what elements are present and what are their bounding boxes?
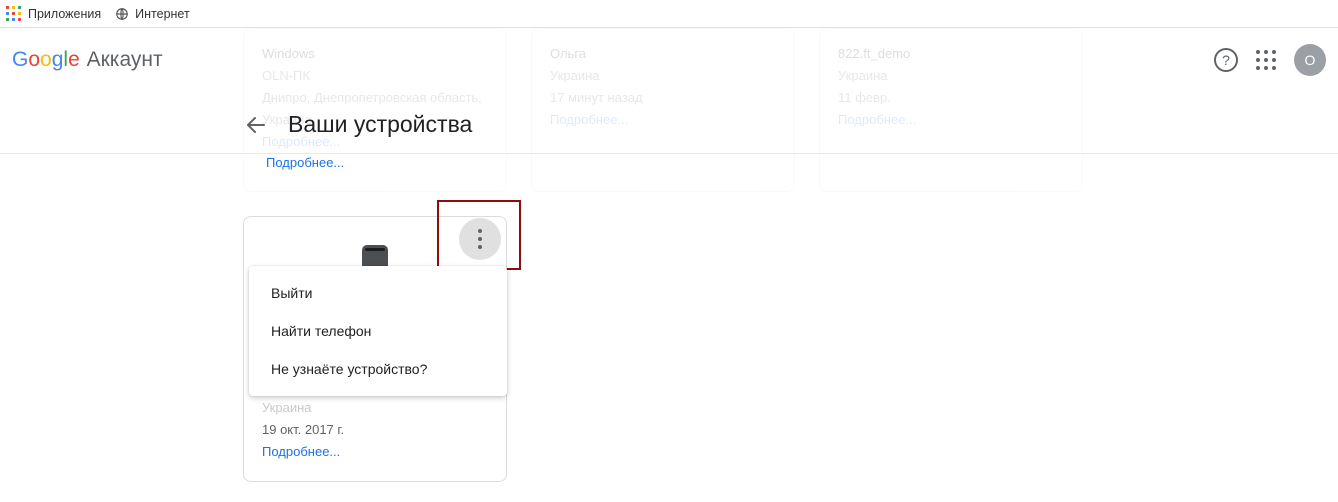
product-name: Аккаунт [87, 48, 163, 71]
device-country: Украина [262, 397, 488, 419]
device-date: 19 окт. 2017 г. [262, 419, 488, 441]
bookmark-internet-label: Интернет [135, 7, 190, 21]
avatar-letter: O [1305, 52, 1316, 68]
google-account-logo[interactable]: Google Аккаунт [12, 48, 163, 72]
device-options-menu: Выйти Найти телефон Не узнаёте устройств… [249, 266, 507, 396]
sub-header: Ваши устройства [0, 96, 1338, 154]
more-options-button[interactable] [459, 218, 501, 260]
globe-icon [115, 7, 129, 21]
help-icon[interactable]: ? [1214, 48, 1238, 72]
apps-launcher-icon[interactable] [1256, 50, 1276, 70]
details-link[interactable]: Подробнее... [262, 441, 488, 463]
back-arrow-icon[interactable] [244, 113, 268, 137]
page-title: Ваши устройства [288, 111, 472, 138]
menu-item-find-phone[interactable]: Найти телефон [249, 312, 507, 350]
bookmark-apps-label: Приложения [28, 7, 101, 21]
bookmark-internet[interactable]: Интернет [115, 7, 190, 21]
apps-grid-icon [6, 6, 22, 22]
menu-item-dont-recognize[interactable]: Не узнаёте устройство? [249, 350, 507, 388]
details-link-top[interactable]: Подробнее... [266, 155, 344, 170]
menu-item-signout[interactable]: Выйти [249, 274, 507, 312]
bookmark-apps[interactable]: Приложения [6, 6, 101, 22]
avatar[interactable]: O [1294, 44, 1326, 76]
bookmarks-bar: Приложения Интернет [0, 0, 1338, 28]
